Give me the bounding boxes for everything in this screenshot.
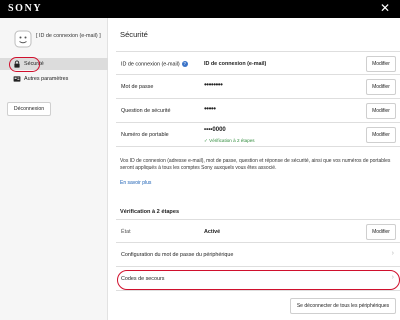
row-security-question: Question de sécurité ••••• Modifier	[116, 99, 400, 123]
logout-button[interactable]: Déconnexion	[7, 102, 51, 116]
highlight-circle-backup-codes	[117, 270, 400, 290]
help-icon[interactable]: ?	[181, 61, 188, 67]
row-label: ID de connexion (e-mail)?	[121, 61, 188, 68]
edit-mobile-number-button[interactable]: Modifier	[366, 127, 396, 143]
highlight-circle-security	[9, 57, 40, 72]
sidebar: [ ID de connexion (e-mail) ] Sécurité Au…	[0, 18, 108, 320]
info-note: Vos ID de connexion (adresse e-mail), mo…	[120, 158, 391, 171]
edit-login-id-button[interactable]: Modifier	[366, 56, 396, 72]
row-value: ID de connexion (e-mail)	[204, 61, 267, 67]
verified-status: ✓ Vérification à 2 étapes	[204, 138, 255, 143]
brand-logo: SONY	[8, 3, 43, 14]
row-label: Question de sécurité	[121, 108, 171, 114]
user-id-label: [ ID de connexion (e-mail) ]	[36, 33, 101, 39]
top-bar: SONY ✕	[0, 0, 400, 18]
chevron-right-icon: ›	[391, 250, 394, 257]
edit-two-step-button[interactable]: Modifier	[366, 224, 396, 240]
disconnect-all-devices-button[interactable]: Se déconnecter de tous les périphériques	[290, 298, 396, 314]
row-password: Mot de passe •••••••• Modifier	[116, 75, 400, 99]
row-login-id: ID de connexion (e-mail)? ID de connexio…	[116, 51, 400, 75]
edit-password-button[interactable]: Modifier	[366, 79, 396, 95]
close-icon[interactable]: ✕	[380, 1, 390, 15]
security-question-value: •••••	[204, 104, 216, 113]
row-two-step-state: État Activé Modifier	[116, 219, 400, 243]
settings-card-icon	[13, 76, 21, 82]
main-panel: Sécurité ID de connexion (e-mail)? ID de…	[109, 18, 400, 320]
row-device-password[interactable]: Configuration du mot de passe du périphé…	[116, 243, 400, 267]
edit-security-question-button[interactable]: Modifier	[366, 103, 396, 119]
mobile-number-value: ••••0000	[204, 127, 226, 133]
sidebar-item-label: Autres paramètres	[24, 76, 69, 82]
sidebar-item-other-settings[interactable]: Autres paramètres	[0, 73, 108, 85]
row-label: État	[121, 229, 131, 235]
page-title: Sécurité	[120, 30, 148, 39]
row-label: Mot de passe	[121, 84, 154, 90]
password-value: ••••••••	[204, 80, 223, 89]
row-label: Numéro de portable	[121, 132, 169, 138]
avatar-icon	[14, 30, 32, 48]
row-mobile-number: Numéro de portable ••••0000 ✓ Vérificati…	[116, 123, 400, 147]
learn-more-link[interactable]: En savoir plus	[120, 180, 151, 186]
two-step-heading: Vérification à 2 étapes	[120, 209, 180, 215]
row-label: Configuration du mot de passe du périphé…	[121, 252, 234, 258]
two-step-state-value: Activé	[204, 229, 221, 235]
